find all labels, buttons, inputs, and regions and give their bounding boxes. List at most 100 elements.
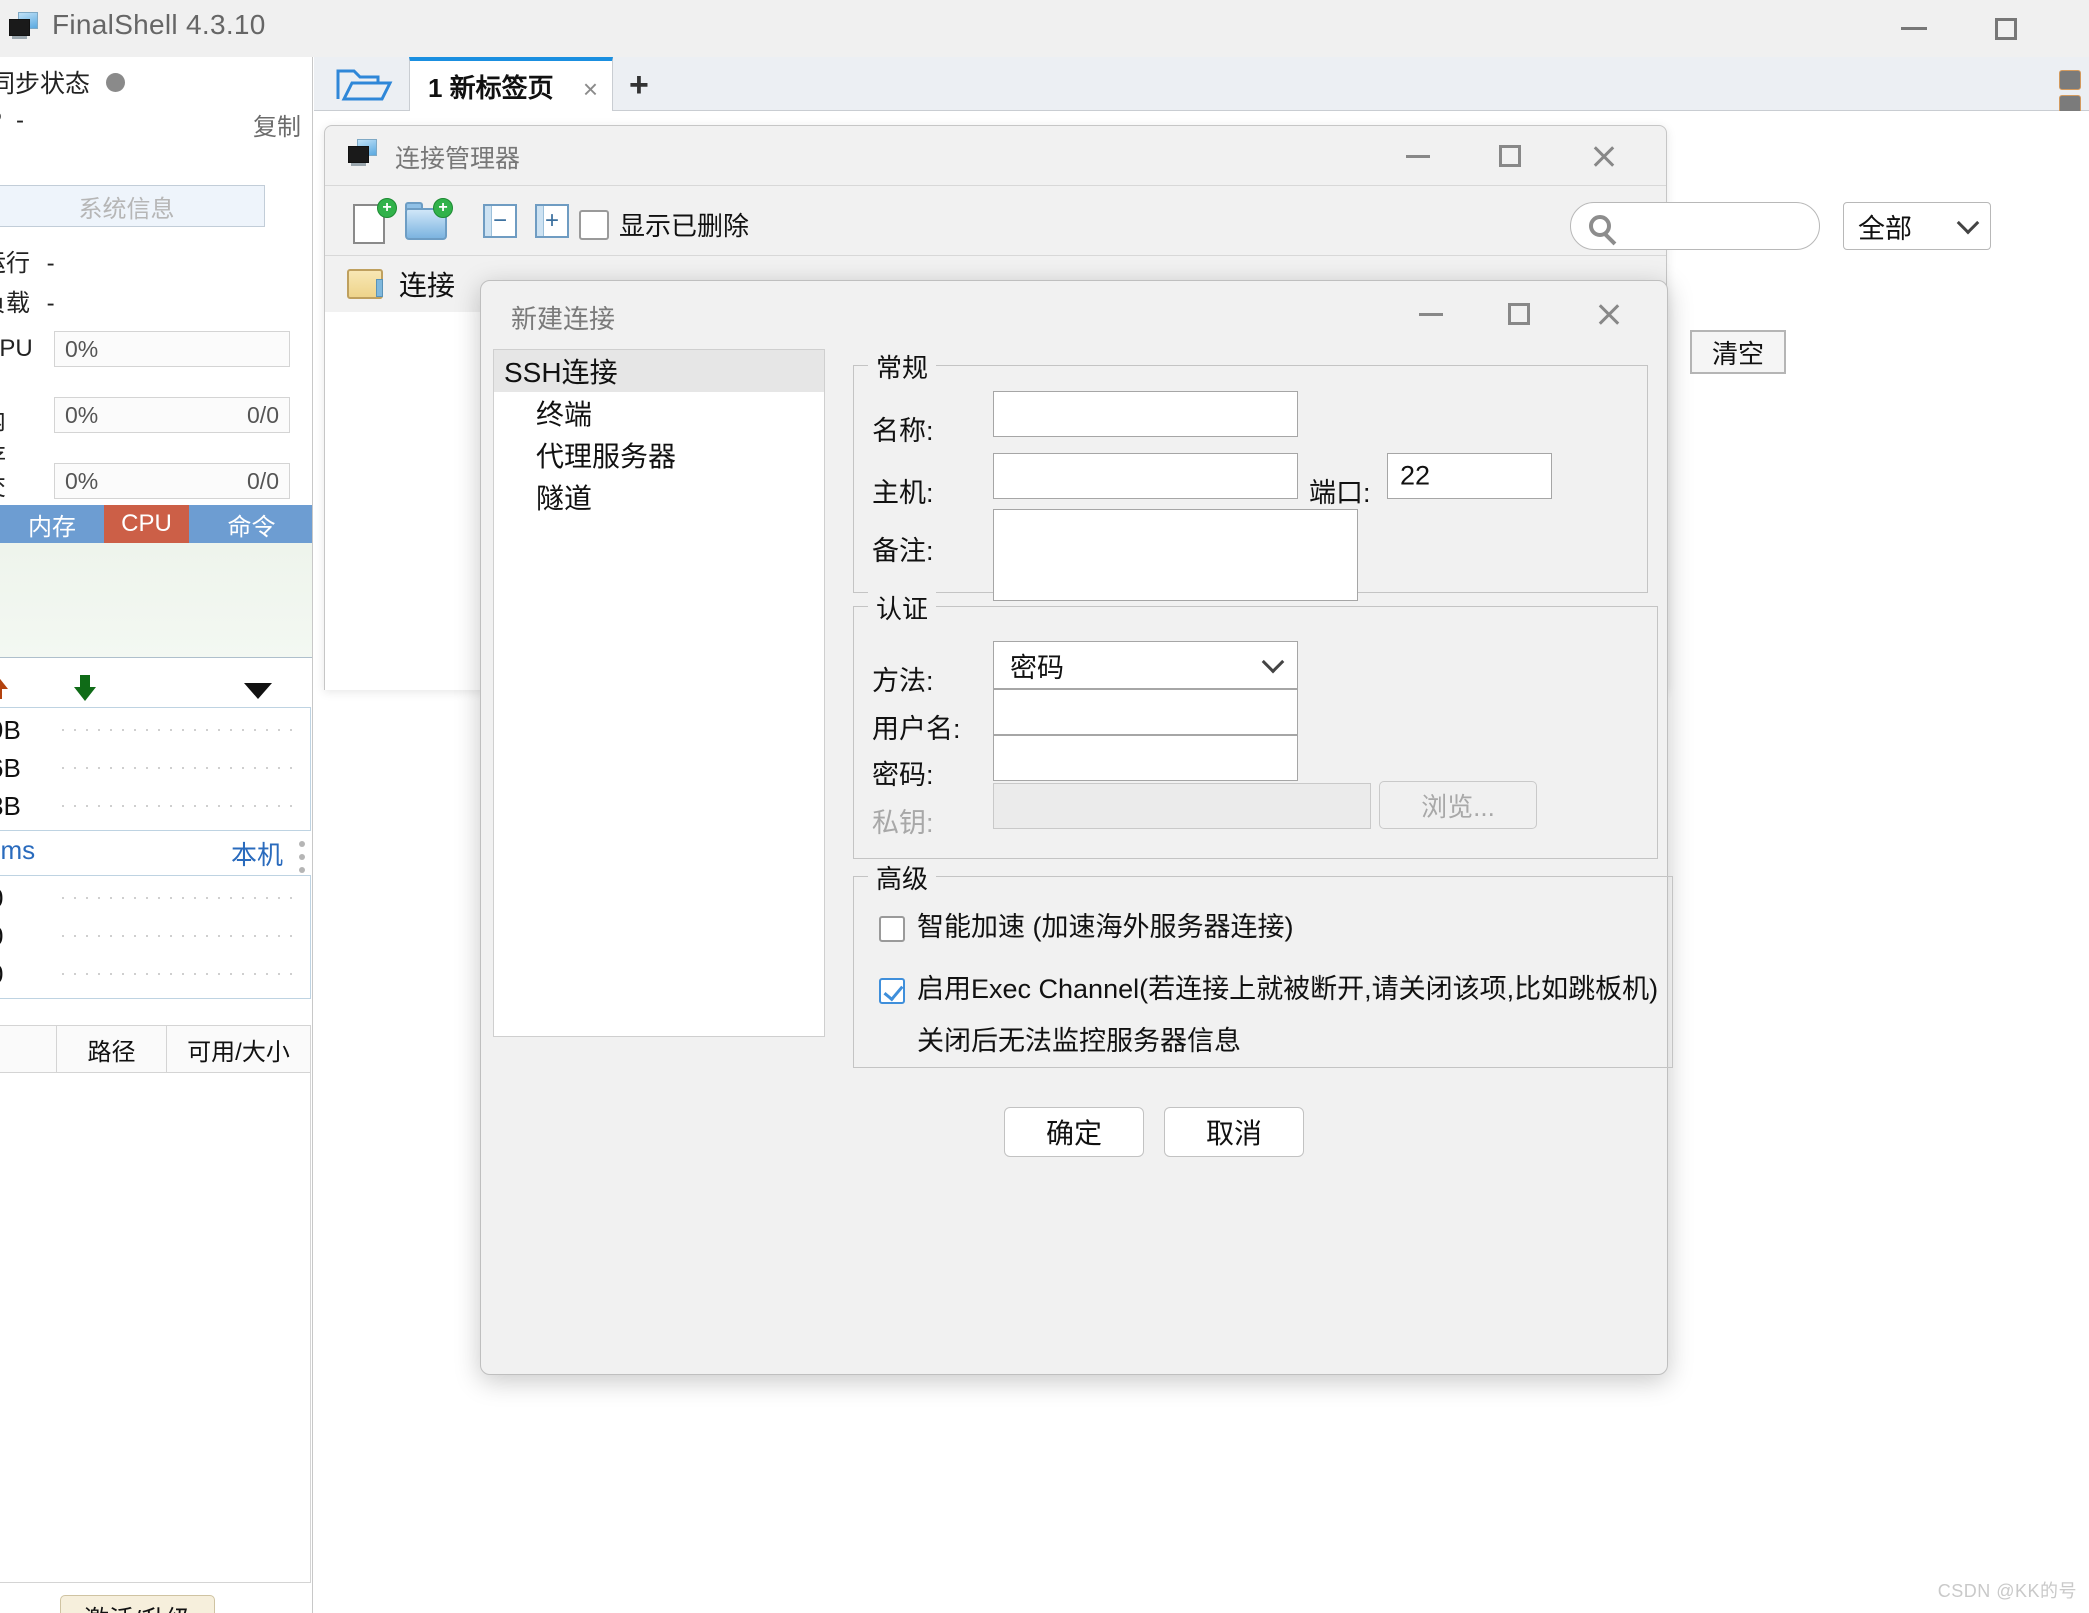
disk-col-0[interactable] [0,1026,57,1072]
smart-accel-checkbox[interactable] [879,916,905,942]
sync-status-row: 同步状态 [0,65,290,99]
port-label: 端口: [1309,478,1371,508]
download-arrow-icon [74,687,96,701]
tree-item-tunnel[interactable]: 隧道 [494,476,824,518]
nc-close-button[interactable] [1573,281,1645,347]
open-folder-icon[interactable] [332,63,396,107]
plus-badge-icon: + [377,198,397,218]
process-col-command[interactable]: 命令 [189,505,312,543]
smart-accel-label: 智能加速 (加速海外服务器连接) [917,912,1294,942]
filter-dropdown[interactable]: 全部 [1843,202,1991,250]
remark-label: 备注: [872,536,934,566]
expand-all-button[interactable]: + [535,204,569,238]
network-value: 9B [0,714,21,745]
cancel-button[interactable]: 取消 [1164,1107,1304,1157]
tree-item-proxy[interactable]: 代理服务器 [494,434,824,476]
swap-metric-percent: 0% [65,467,99,494]
chevron-down-icon [1261,650,1285,674]
ping-graph-panel: 0 0 0 [0,875,311,999]
sync-status-dot-icon [106,72,126,92]
exec-channel-checkbox[interactable] [879,978,905,1004]
auth-method-select[interactable]: 密码 [993,641,1298,689]
nc-maximize-button[interactable] [1483,281,1555,347]
disk-col-path[interactable]: 路径 [57,1026,167,1072]
new-connection-dialog: 新建连接 SSH连接 终端 代理服务器 隧道 常规 名称: 主机: 端口: 22… [480,280,1673,1375]
app-titlebar: FinalShell 4.3.10 [0,0,2089,57]
ping-value: 0 [0,959,57,990]
latency-value: 0ms [0,835,36,865]
clear-button[interactable]: 清空 [1690,330,1786,374]
advanced-legend: 高级 [868,859,937,896]
username-input[interactable] [993,689,1298,735]
filter-value: 全部 [1858,213,1912,244]
password-label: 密码: [872,760,934,790]
privatekey-label: 私钥: [872,808,934,838]
swap-metric-detail: 0/0 [247,467,279,494]
cm-minimize-button[interactable] [1382,126,1454,186]
clear-button-wrap: 清空 [1690,330,1786,374]
connection-manager-toolbar: + + − + 显示已删除 全部 [325,186,1991,256]
app-maximize-button[interactable] [1971,0,2041,57]
smart-accel-row[interactable]: 智能加速 (加速海外服务器连接) [879,911,1579,943]
memory-metric-detail: 0/0 [247,401,279,428]
app-logo-icon [8,12,40,42]
network-value: 6B [0,752,21,783]
system-info-button[interactable]: 系统信息 [0,185,265,227]
maximize-icon [1508,303,1530,325]
password-input[interactable] [993,735,1298,781]
new-connection-button[interactable]: + [347,198,397,244]
app-minimize-button[interactable] [1879,0,1949,57]
new-folder-button[interactable]: + [403,198,453,244]
copy-button[interactable]: 复制 [253,107,301,142]
tab-strip: 1 新标签页 × + [314,57,2089,111]
browse-privatekey-button[interactable]: 浏览... [1379,781,1537,829]
tree-item-ssh[interactable]: SSH连接 [494,350,824,392]
memory-metric-bar: 0% 0/0 [54,397,290,433]
show-deleted-checkbox[interactable] [579,209,609,240]
new-tab-button[interactable]: + [629,66,649,105]
port-input[interactable]: 22 [1387,453,1552,499]
new-connection-category-tree: SSH连接 终端 代理服务器 隧道 [493,349,825,1037]
show-deleted-row[interactable]: 显示已删除 [579,206,749,243]
tab-item-1[interactable]: 1 新标签页 × [409,57,613,111]
connection-manager-titlebar: 连接管理器 [325,126,1666,186]
nc-minimize-button[interactable] [1395,281,1467,347]
process-col-cpu[interactable]: CPU [104,505,189,543]
privatekey-input[interactable] [993,783,1371,829]
network-gridline [57,805,302,807]
latency-host: 本机 [230,840,283,870]
new-connection-titlebar: 新建连接 [481,281,1667,347]
general-legend: 常规 [868,348,937,385]
watermark: CSDN @KK的号 [1937,1581,2077,1601]
activate-upgrade-button[interactable]: 激活/升级 [60,1595,215,1613]
tree-item-terminal[interactable]: 终端 [494,392,824,434]
collapse-all-button[interactable]: − [483,204,517,238]
latency-row: 0ms 本机 [0,835,311,873]
maximize-icon [1499,145,1521,167]
left-sidebar: 同步状态 P - 复制 系统信息 运行 - 负载 - CPU 0% 内存 [0,57,313,1613]
cm-close-button[interactable] [1568,126,1640,186]
tab-close-icon[interactable]: × [583,74,598,105]
search-input[interactable] [1570,202,1820,250]
disk-col-available-size[interactable]: 可用/大小 [167,1026,310,1072]
uptime-label: 运行 [0,250,30,277]
cpu-metric-percent: 0% [65,335,99,362]
username-label: 用户名: [872,714,961,744]
remark-textarea[interactable] [993,509,1358,601]
load-value: - [46,290,55,317]
host-input[interactable] [993,453,1298,499]
app-title: FinalShell 4.3.10 [52,9,266,40]
auth-method-label: 方法: [872,666,934,696]
ok-button[interactable]: 确定 [1004,1107,1144,1157]
network-gridline [57,767,302,769]
memory-metric-label: 内存 [0,401,6,471]
exec-channel-row[interactable]: 启用Exec Channel(若连接上就被断开,请关闭该项,比如跳板机) [879,973,1669,1005]
network-expand-triangle-icon[interactable] [244,683,272,699]
connection-tree-root-label: 连接 [399,270,456,301]
name-input[interactable] [993,391,1298,437]
folder-icon [347,269,383,299]
exec-channel-label: 启用Exec Channel(若连接上就被断开,请关闭该项,比如跳板机) [917,974,1659,1004]
cm-maximize-button[interactable] [1474,126,1546,186]
process-col-memory[interactable]: 内存 [0,505,104,543]
load-label: 负载 [0,290,30,317]
